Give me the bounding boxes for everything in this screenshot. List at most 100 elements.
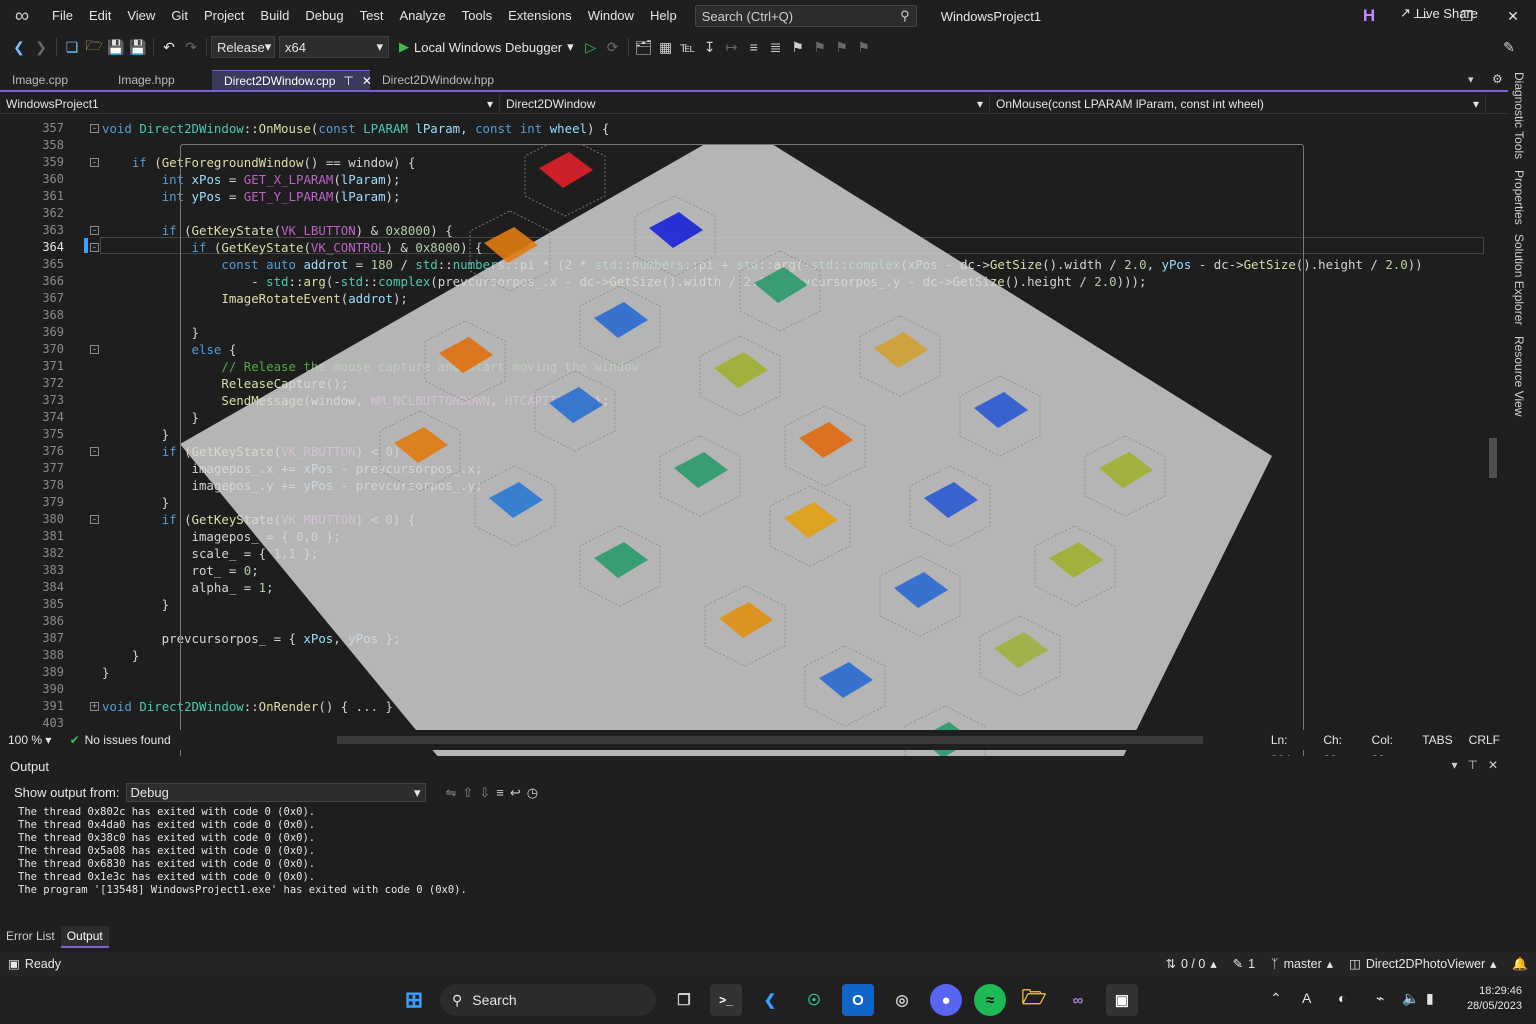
tab-overflow-icon[interactable]: ▾	[1468, 73, 1474, 86]
close-window-button[interactable]: ✕	[1490, 0, 1536, 32]
tab-error-list[interactable]: Error List	[0, 926, 61, 948]
prev-message-icon[interactable]: ⇧	[462, 785, 473, 801]
start-without-debugging-icon[interactable]: ▷	[580, 36, 602, 58]
menu-view[interactable]: View	[119, 0, 163, 32]
class-scope-select[interactable]: Direct2DWindow ▾	[500, 94, 990, 114]
fold-toggle-icon[interactable]: -	[90, 515, 99, 524]
step-into-icon[interactable]: ↧	[699, 36, 721, 58]
repository-selector[interactable]: ◫ Direct2DPhotoViewer ▴	[1341, 952, 1504, 976]
side-tab-resource-view[interactable]: Resource View	[1512, 336, 1526, 416]
notifications-button[interactable]: 🔔	[1504, 952, 1536, 976]
settings-gear-icon[interactable]: ⚙	[1492, 72, 1503, 86]
vscode-icon[interactable]: ❮	[754, 984, 786, 1016]
side-tab-properties[interactable]: Properties	[1512, 170, 1526, 225]
branch-selector[interactable]: ᛉ master ▴	[1263, 952, 1341, 976]
tab-image-cpp[interactable]: Image.cpp	[0, 70, 106, 90]
side-tab-diagnostic-tools[interactable]: Diagnostic Tools	[1512, 72, 1526, 159]
save-all-icon[interactable]: 💾	[127, 36, 149, 58]
visual-studio-logo-icon[interactable]: ∞	[0, 0, 44, 32]
fold-toggle-icon[interactable]: -	[90, 124, 99, 133]
tab-direct2dwindow-hpp[interactable]: Direct2DWindow.hpp	[370, 70, 510, 90]
battery-icon[interactable]: ▮	[1426, 990, 1434, 1007]
scrollbar-thumb[interactable]	[1489, 438, 1497, 478]
taskbar-search[interactable]: ⚲ Search	[440, 984, 656, 1016]
tab-image-hpp[interactable]: Image.hpp	[106, 70, 212, 90]
next-bookmark-icon[interactable]: ⚑	[831, 36, 853, 58]
editor-vertical-scrollbar[interactable]	[1486, 118, 1500, 730]
menu-git[interactable]: Git	[163, 0, 196, 32]
discord-icon[interactable]: ●	[930, 984, 962, 1016]
fold-toggle-icon[interactable]: +	[90, 702, 99, 711]
search-input[interactable]: Search (Ctrl+Q) ⚲	[694, 5, 917, 27]
fold-toggle-icon[interactable]: -	[90, 226, 99, 235]
file-explorer-icon[interactable]: 🗁	[1018, 984, 1050, 1016]
menu-test[interactable]: Test	[352, 0, 392, 32]
menu-extensions[interactable]: Extensions	[500, 0, 580, 32]
edge-icon[interactable]: ☉	[798, 984, 830, 1016]
visual-studio-icon[interactable]: ∞	[1062, 984, 1094, 1016]
word-wrap-icon[interactable]: ↩	[510, 785, 521, 801]
fold-toggle-icon[interactable]: -	[90, 243, 99, 252]
fold-toggle-icon[interactable]: -	[90, 345, 99, 354]
input-method-icon[interactable]: A	[1302, 990, 1311, 1006]
output-source-select[interactable]: Debug ▾	[125, 783, 426, 802]
platform-select[interactable]: x64 ▾	[279, 36, 389, 58]
next-message-icon[interactable]: ⇩	[479, 785, 490, 801]
col-indicator[interactable]: Col: 39	[1364, 730, 1415, 767]
undo-icon[interactable]: ↶	[158, 36, 180, 58]
task-view-icon[interactable]: ❐	[668, 984, 700, 1016]
menu-project[interactable]: Project	[196, 0, 252, 32]
spotify-icon[interactable]: ≈	[974, 984, 1006, 1016]
fold-toggle-icon[interactable]: -	[90, 158, 99, 167]
close-icon[interactable]: ✕	[1488, 758, 1498, 772]
side-tab-solution-explorer[interactable]: Solution Explorer	[1512, 234, 1526, 325]
start-debugging-button[interactable]: ▶ Local Windows Debugger ▾	[393, 39, 580, 55]
bookmark-icon[interactable]: ⚑	[787, 36, 809, 58]
forward-icon[interactable]: ❯	[30, 36, 52, 58]
tab-output[interactable]: Output	[60, 926, 109, 948]
menu-edit[interactable]: Edit	[81, 0, 119, 32]
member-scope-select[interactable]: OnMouse(const LPARAM lParam, const int w…	[990, 94, 1486, 114]
terminal-icon[interactable]: >_	[710, 984, 742, 1016]
volume-icon[interactable]: 🔈	[1402, 990, 1419, 1007]
clear-bookmarks-icon[interactable]: ⚑	[853, 36, 875, 58]
output-text[interactable]: The thread 0x802c has exited with code 0…	[0, 804, 1486, 912]
pending-changes[interactable]: ⇅ 0 / 0 ▴	[1158, 952, 1225, 976]
prev-bookmark-icon[interactable]: ⚑	[809, 36, 831, 58]
tray-app-icon[interactable]: ◐	[1338, 990, 1346, 1006]
edits-indicator[interactable]: ✎ 1	[1225, 952, 1263, 976]
chevron-down-icon[interactable]: ▾	[1451, 758, 1457, 772]
image-viewer-window[interactable]	[180, 144, 1304, 776]
new-project-icon[interactable]: ❏	[61, 36, 83, 58]
fold-toggle-icon[interactable]: -	[90, 447, 99, 456]
line-ending[interactable]: CRLF	[1461, 730, 1508, 750]
char-indicator[interactable]: Ch: 30	[1315, 730, 1363, 767]
zoom-select[interactable]: 100 % ▾	[0, 730, 62, 750]
account-avatar[interactable]: H	[1359, 6, 1379, 26]
outlook-icon[interactable]: O	[842, 984, 874, 1016]
direct2d-viewer-icon[interactable]: ▣	[1106, 984, 1138, 1016]
find-message-icon[interactable]: ⇋	[446, 785, 457, 801]
horizontal-scrollbar[interactable]	[337, 736, 1203, 744]
hot-reload-icon[interactable]: ⟳	[602, 36, 624, 58]
feedback-icon[interactable]: ✎	[1498, 36, 1520, 58]
issues-indicator[interactable]: ✔ No issues found	[62, 730, 227, 750]
clock-icon[interactable]: ◷	[527, 785, 538, 801]
menu-build[interactable]: Build	[252, 0, 297, 32]
app-icon[interactable]: ◎	[886, 984, 918, 1016]
pin-icon[interactable]: ⊤	[1467, 758, 1477, 772]
line-indicator[interactable]: Ln: 364	[1263, 730, 1316, 767]
menu-window[interactable]: Window	[580, 0, 642, 32]
project-scope-select[interactable]: WindowsProject1 ▾	[0, 94, 500, 114]
start-button-icon[interactable]: ⊞	[398, 984, 430, 1016]
menu-analyze[interactable]: Analyze	[391, 0, 453, 32]
live-share-button[interactable]: ↗ Live Share	[1400, 5, 1478, 21]
menu-file[interactable]: File	[44, 0, 81, 32]
solution-folder-icon[interactable]: 🗂	[633, 36, 655, 58]
clear-all-icon[interactable]: ≡	[496, 785, 504, 800]
configuration-select[interactable]: Release ▾	[211, 36, 275, 58]
pin-icon[interactable]: ⊤	[343, 71, 353, 91]
uncomment-icon[interactable]: ≣	[765, 36, 787, 58]
open-folder-icon[interactable]: 🗁	[83, 36, 105, 58]
menu-help[interactable]: Help	[642, 0, 685, 32]
